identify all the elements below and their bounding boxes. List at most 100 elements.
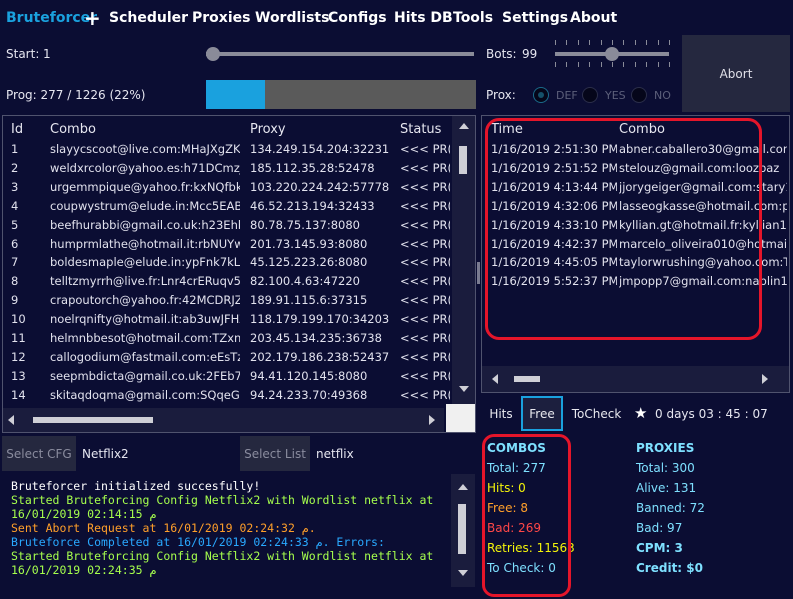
slider-tick: [555, 40, 556, 45]
cell-proxy: 185.112.35.28:52478: [250, 160, 375, 175]
table-row[interactable]: 5 beefhurabbi@gmail.co.uk:h23Ehbsr 80.78.7…: [3, 218, 450, 237]
cell-proxy: 201.73.145.93:8080: [250, 236, 368, 251]
abort-button[interactable]: Abort: [682, 35, 790, 112]
tab-hits-label: Hits: [489, 406, 513, 421]
table-row[interactable]: 13 seepmbdicta@gmail.co.uk:2FEb7Ph 94.41.1…: [3, 369, 450, 388]
prox-def-label: DEF: [556, 89, 578, 102]
bots-slider-thumb[interactable]: [605, 47, 619, 61]
table-row[interactable]: 9 crapoutorch@yahoo.fr:42MCDRJZL(189.91.1…: [3, 293, 450, 312]
top-nav: Bruteforcer + Scheduler Proxies Wordlist…: [0, 0, 793, 38]
scroll-down-icon[interactable]: [458, 570, 468, 576]
slider-tick: [669, 40, 670, 45]
cell-combo: coupwystrum@elude.in:Mcc5EAB8v: [50, 198, 240, 213]
scroll-up-icon[interactable]: [459, 123, 469, 129]
plus-icon[interactable]: +: [84, 6, 101, 30]
tab-free[interactable]: Free: [521, 396, 563, 431]
cell-id: 8: [11, 274, 19, 289]
log-line: Bruteforce Completed at 16/01/2019 02:24…: [11, 535, 385, 549]
col-combo[interactable]: Combo: [50, 122, 96, 137]
table-row[interactable]: 14 skitaqdoqma@gmail.com:SQqeG7b 94.24.233…: [3, 388, 450, 407]
cell-combo: seepmbdicta@gmail.co.uk:2FEb7Ph: [50, 368, 240, 383]
hits-list-hscroll-thumb[interactable]: [514, 376, 540, 382]
log-vscroll-thumb[interactable]: [458, 504, 466, 554]
table-row[interactable]: 3 urgemmpique@yahoo.fr:kxNQfbk7C 103.220.2…: [3, 180, 450, 199]
nav-about[interactable]: About: [570, 10, 617, 26]
prox-def-radio-dot: [538, 92, 544, 98]
select-cfg-button[interactable]: Select CFG: [2, 436, 76, 471]
slider-tick: [612, 62, 613, 67]
scroll-right-icon[interactable]: [429, 415, 435, 425]
cell-combo: urgemmpique@yahoo.fr:kxNQfbk7C: [50, 179, 240, 194]
slider-tick: [589, 62, 591, 67]
cell-status: <<< PR(: [400, 160, 450, 175]
nav-scheduler[interactable]: Scheduler: [109, 10, 188, 26]
scroll-left-icon[interactable]: [492, 374, 498, 384]
combo-list-hscroll[interactable]: [3, 408, 444, 432]
table-row[interactable]: 7 boldesmaple@elude.in:ypFnk7kLkjx 45.125.…: [3, 255, 450, 274]
slider-tick: [612, 40, 613, 45]
table-row[interactable]: 2 weldxrcolor@yahoo.es:h71DCmzJki 185.112.…: [3, 161, 450, 180]
tab-tocheck-label: ToCheck: [571, 406, 622, 421]
scroll-down-icon[interactable]: [459, 386, 469, 392]
col-proxy[interactable]: Proxy: [250, 122, 286, 137]
cell-status: <<< PR(: [400, 274, 450, 289]
scroll-left-icon[interactable]: [8, 415, 14, 425]
nav-wordlists[interactable]: Wordlists: [255, 10, 329, 26]
start-value: 1: [43, 47, 51, 61]
nav-proxies[interactable]: Proxies: [192, 10, 250, 26]
splitter-handle[interactable]: [477, 262, 480, 284]
nav-tools[interactable]: Tools: [453, 10, 493, 26]
cell-status: <<< PR(: [400, 312, 450, 327]
combos-highlight-box: [482, 434, 571, 597]
log-vscroll[interactable]: [451, 474, 475, 587]
hits-list-hscroll[interactable]: [482, 366, 789, 392]
combo-list-vscroll[interactable]: [452, 116, 475, 408]
start-slider-thumb[interactable]: [206, 47, 220, 61]
cell-status: <<< PR(: [400, 236, 450, 251]
table-row[interactable]: 12 callogodium@fastmail.com:eEsTzn8 202.17…: [3, 350, 450, 369]
nav-hits-db[interactable]: Hits DB: [394, 10, 453, 26]
cfg-value: Netflix2: [82, 447, 129, 461]
cell-combo: beefhurabbi@gmail.co.uk:h23Ehbsr: [50, 217, 240, 232]
table-row[interactable]: 10 noelrqnifty@hotmail.it:ab3uwJFHZy 118.1…: [3, 312, 450, 331]
cell-status: <<< PR(: [400, 179, 450, 194]
table-row[interactable]: 11 helmnbbesot@hotmail.com:TZxnZn 203.45.1…: [3, 331, 450, 350]
cell-proxy: 189.91.115.6:37315: [250, 293, 368, 308]
nav-settings[interactable]: Settings: [502, 10, 568, 26]
bots-slider[interactable]: [553, 38, 671, 70]
nav-configs[interactable]: Configs: [328, 10, 387, 26]
table-row[interactable]: 8 telltzmyrrh@live.fr:Lnr4crERuqv5 82.100.…: [3, 274, 450, 293]
cell-combo: telltzmyrrh@live.fr:Lnr4crERuqv5: [50, 274, 240, 289]
proxies-total: Total: 300: [636, 461, 695, 475]
prox-no-radio[interactable]: [631, 87, 647, 103]
table-row[interactable]: 1 slayycscoot@live.com:MHaJXgZKwz 134.249.…: [3, 142, 450, 161]
tab-hits[interactable]: Hits: [482, 396, 520, 431]
col-id[interactable]: Id: [11, 122, 23, 137]
col-status[interactable]: Status: [400, 122, 441, 137]
cell-id: 5: [11, 217, 19, 232]
slider-tick: [657, 62, 659, 67]
elapsed-timer: 0 days 03 : 45 : 07: [655, 407, 768, 421]
prox-def-radio[interactable]: [533, 87, 549, 103]
tab-tocheck[interactable]: ToCheck: [564, 396, 629, 431]
start-slider[interactable]: [206, 47, 474, 61]
scroll-up-icon[interactable]: [458, 484, 468, 490]
log-line: Started Bruteforcing Config Netflix2 wit…: [11, 493, 434, 507]
star-icon: ★: [634, 404, 648, 422]
combo-list-hscroll-thumb[interactable]: [33, 417, 153, 423]
log-lines: Bruteforcer initialized succesfully! Star…: [11, 479, 433, 577]
table-row[interactable]: 6 humprmlathe@hotmail.it:rbNUYwTl 201.73.1…: [3, 237, 450, 256]
slider-tick: [577, 62, 579, 67]
scroll-right-icon[interactable]: [762, 374, 768, 384]
prox-no-label: NO: [654, 89, 671, 102]
table-row[interactable]: 4 coupwystrum@elude.in:Mcc5EAB8v 46.52.213…: [3, 199, 450, 218]
slider-tick: [577, 40, 579, 45]
cell-status: <<< PR(: [400, 331, 450, 345]
slider-tick: [634, 40, 636, 45]
combo-list-vscroll-thumb[interactable]: [459, 146, 467, 174]
bruteforcer-window: { "colors": {"background": "#0b0d33", "a…: [0, 0, 793, 599]
select-list-button[interactable]: Select List: [240, 436, 310, 471]
prox-yes-radio[interactable]: [582, 87, 598, 103]
cell-proxy: 134.249.154.204:32231: [250, 142, 390, 156]
cell-combo: boldesmaple@elude.in:ypFnk7kLkjx: [50, 255, 240, 270]
